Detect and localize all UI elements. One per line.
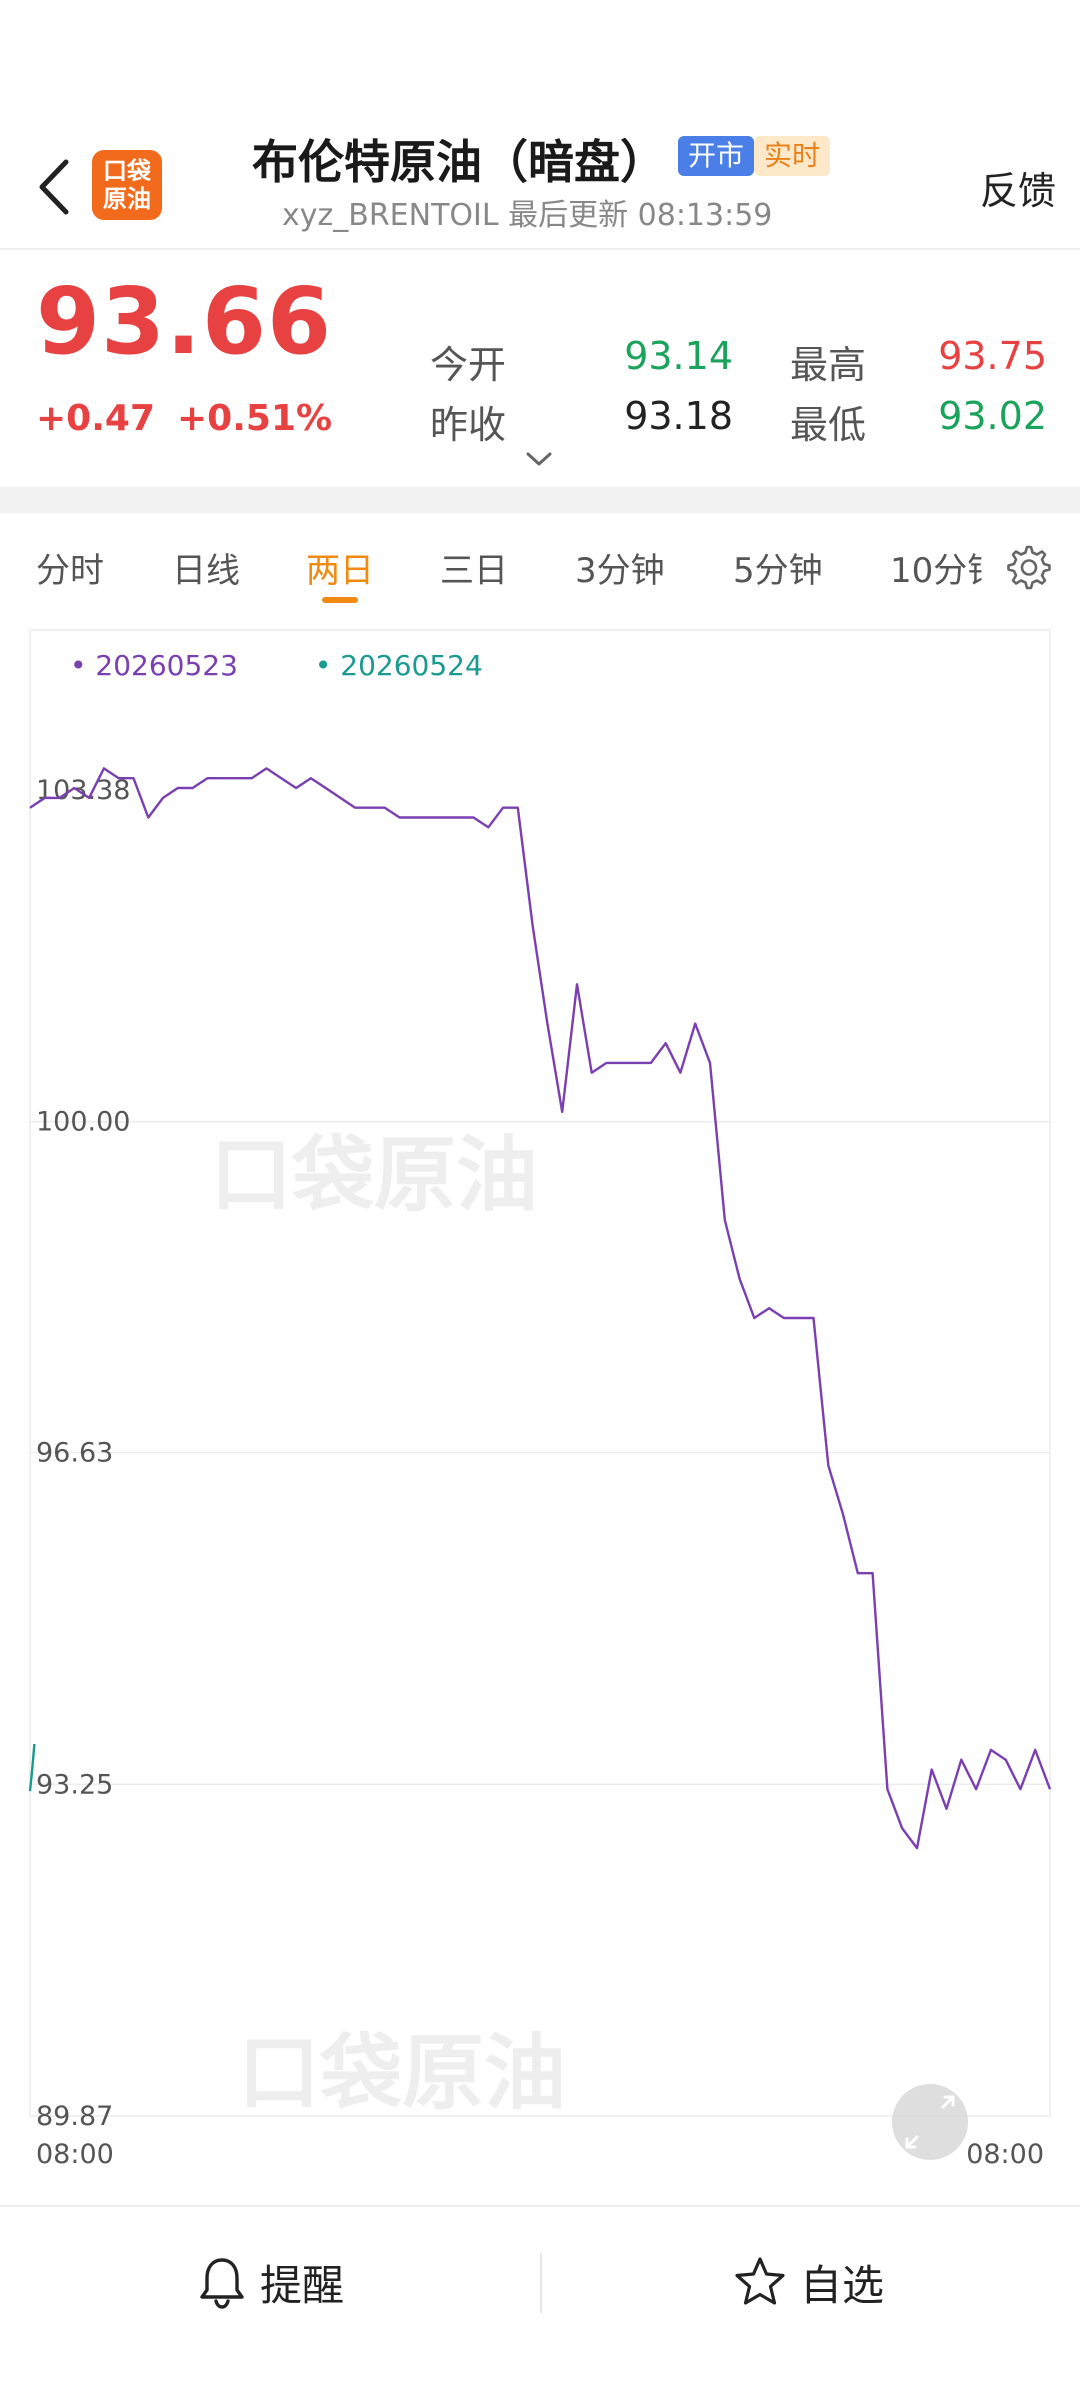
change-absolute: +0.47 [36,398,155,439]
gear-icon[interactable] [1000,541,1054,595]
bell-icon [200,2258,244,2309]
feedback-button[interactable]: 反馈 [980,160,1056,215]
tab-3min[interactable]: 3分钟 [575,543,665,592]
open-value: 93.14 [624,334,733,378]
last-price: 93.66 [36,268,333,375]
chart-canvas: 103.38100.0096.6393.2589.87口袋原油口袋原油08:00… [28,629,1052,2170]
change-percent: +0.51% [177,398,333,439]
y-tick-label: 100.00 [36,1107,130,1138]
open-label: 今开 [430,343,507,387]
price-chart[interactable]: • 20260523 • 20260524 103.38 100.00 96.63 9… [0,623,1080,2203]
logo-text-top: 口袋 [103,157,151,185]
watermark-text: 口袋原油 [238,2026,566,2121]
prev-close-label: 昨收 [430,403,507,447]
low-label: 最低 [790,403,867,447]
market-open-badge: 开市 [678,136,755,176]
low-value: 93.02 [938,394,1047,438]
prev-close-value: 93.18 [624,394,733,438]
chart-legend: • 20260523 • 20260524 [70,649,551,682]
watermark-text: 口袋原油 [210,1128,538,1223]
tab-daily[interactable]: 日线 [172,543,240,592]
star-icon [735,2257,785,2305]
fullscreen-button-bg [892,2084,968,2160]
bottom-action-bar: 提醒 自选 [0,2205,1080,2400]
tab-5min[interactable]: 5分钟 [733,543,823,592]
section-divider [0,487,1080,513]
app-logo: 口袋 原油 [92,150,162,220]
tab-10min[interactable]: 10分钟 [890,543,982,592]
y-tick-label: 96.63 [36,1438,113,1469]
app-header: 口袋 原油 布伦特原油（暗盘） 开市 实时 xyz_BRENTOIL 最后更新 … [0,0,1080,250]
page-title: 布伦特原油（暗盘） [252,135,666,189]
legend-series-2: • 20260524 [314,649,483,682]
series-line-20260523 [29,767,1052,1850]
symbol-update-time: xyz_BRENTOIL 最后更新 08:13:59 [282,198,773,233]
x-tick-label: 08:00 [36,2139,114,2170]
active-tab-indicator [322,597,358,603]
y-tick-label: 89.87 [36,2101,113,2132]
y-tick-label: 103.38 [36,775,130,806]
period-tabs: 分时 日线 两日 三日 3分钟 5分钟 10分钟 [0,513,1080,623]
legend-series-1: • 20260523 [70,649,238,682]
quote-panel: 93.66 +0.47 +0.51% 今开 93.14 最高 93.75 昨收 9… [0,252,1080,487]
watchlist-button[interactable]: 自选 [732,2247,884,2317]
alert-label: 提醒 [260,2260,345,2310]
realtime-badge: 实时 [754,136,831,176]
chevron-left-icon[interactable] [30,152,80,222]
legend-series-1-label: 20260523 [95,649,238,682]
y-tick-label: 93.25 [36,1769,113,1800]
chevron-down-icon[interactable] [524,448,554,472]
app-screen: 口袋 原油 布伦特原油（暗盘） 开市 实时 xyz_BRENTOIL 最后更新 … [0,0,1080,2400]
tab-two-day[interactable]: 两日 [306,543,374,592]
high-label: 最高 [790,343,867,387]
price-change: +0.47 +0.51% [36,398,354,439]
alert-button[interactable]: 提醒 [196,2247,344,2317]
high-value: 93.75 [938,334,1047,378]
legend-series-2-label: 20260524 [340,649,483,682]
logo-text-bottom: 原油 [103,185,151,213]
x-tick-label: 08:00 [966,2139,1044,2170]
tab-intraday[interactable]: 分时 [36,543,104,592]
bottom-divider [540,2253,542,2313]
tab-three-day[interactable]: 三日 [440,543,508,592]
plot-frame [29,629,1051,2117]
watchlist-label: 自选 [800,2260,885,2310]
